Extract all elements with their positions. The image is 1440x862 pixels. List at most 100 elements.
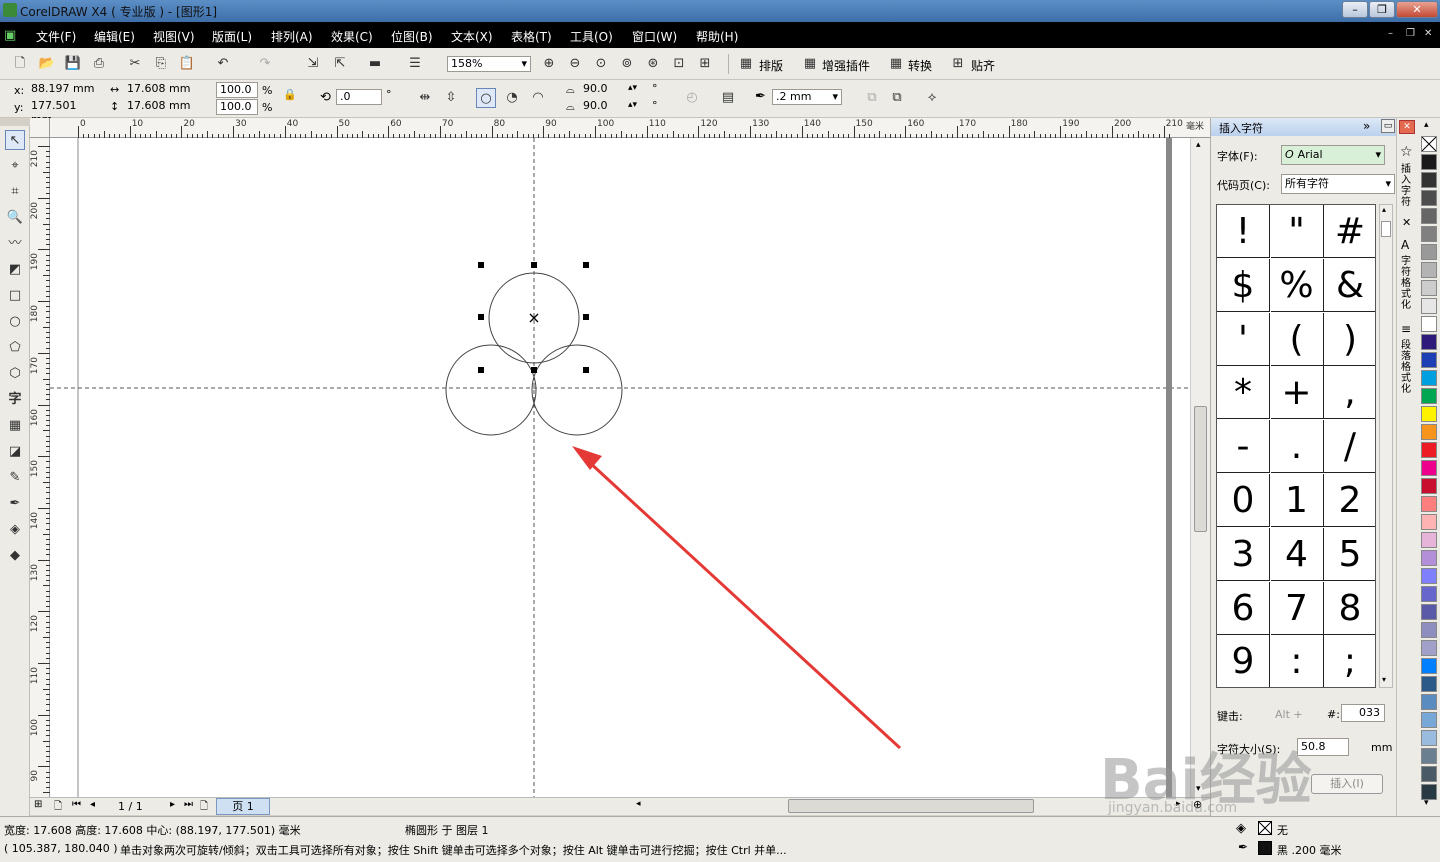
- character-cell[interactable]: $: [1217, 258, 1270, 312]
- color-swatch[interactable]: [1421, 334, 1437, 350]
- color-swatch[interactable]: [1421, 370, 1437, 386]
- save-icon[interactable]: 💾: [63, 54, 83, 74]
- color-swatch[interactable]: [1421, 658, 1437, 674]
- menu-file[interactable]: 文件(F): [36, 28, 76, 45]
- vertical-scroll-thumb[interactable]: [1194, 406, 1207, 532]
- color-swatch[interactable]: [1421, 604, 1437, 620]
- color-swatch[interactable]: [1421, 568, 1437, 584]
- toolbar-plugin-button[interactable]: 增强插件: [822, 57, 870, 74]
- outline-tool-icon[interactable]: ✒: [5, 494, 25, 514]
- scroll-up-icon[interactable]: ▴: [1382, 205, 1386, 214]
- convert-to-curves-icon[interactable]: ⟡: [922, 88, 942, 108]
- zoom-all-icon[interactable]: ⊚: [617, 54, 637, 74]
- pick-tool-icon[interactable]: ↖: [5, 130, 25, 150]
- horizontal-scroll-thumb[interactable]: [788, 799, 1034, 813]
- text-tool-icon[interactable]: 字: [5, 390, 25, 410]
- character-cell[interactable]: 8: [1324, 582, 1375, 635]
- crop-tool-icon[interactable]: ⌗: [5, 182, 25, 202]
- character-cell[interactable]: #: [1324, 205, 1375, 258]
- fill-tool-icon[interactable]: ◈: [5, 520, 25, 540]
- color-swatch[interactable]: [1421, 316, 1437, 332]
- interactive-fill-tool-icon[interactable]: ◆: [5, 546, 25, 566]
- color-swatch[interactable]: [1421, 244, 1437, 260]
- undo-icon[interactable]: ↶: [213, 54, 233, 74]
- publish-pdf-icon[interactable]: ▬: [365, 54, 385, 74]
- zoom-out-icon[interactable]: ⊖: [565, 54, 585, 74]
- freehand-tool-icon[interactable]: 〰: [5, 234, 25, 254]
- color-swatch[interactable]: [1421, 478, 1437, 494]
- zoom-selected-icon[interactable]: ⊙: [591, 54, 611, 74]
- height-field[interactable]: 17.608 mm: [124, 99, 198, 115]
- character-grid-scrollbar[interactable]: ▴ ▾: [1379, 204, 1393, 688]
- eyedropper-tool-icon[interactable]: ✎: [5, 468, 25, 488]
- to-front-icon[interactable]: ⧉: [862, 88, 882, 108]
- import-icon[interactable]: ⇲: [303, 54, 323, 74]
- character-cell[interactable]: 5: [1324, 528, 1375, 581]
- tab-paragraph-format[interactable]: 段落格式化: [1401, 340, 1413, 395]
- color-swatch[interactable]: [1421, 442, 1437, 458]
- export-icon[interactable]: ⇱: [330, 54, 350, 74]
- scale-x-field[interactable]: 100.0: [216, 82, 258, 98]
- menu-bitmaps[interactable]: 位图(B): [391, 28, 433, 45]
- right-circle[interactable]: [531, 344, 623, 436]
- character-cell[interactable]: !: [1217, 205, 1270, 258]
- cut-icon[interactable]: ✂: [125, 54, 145, 74]
- menu-text[interactable]: 文本(X): [451, 28, 493, 45]
- character-cell[interactable]: ;: [1324, 635, 1375, 687]
- minimize-button[interactable]: –: [1342, 1, 1368, 18]
- grid-corner-icon[interactable]: ⊞: [34, 799, 42, 810]
- character-cell[interactable]: 1: [1270, 474, 1324, 527]
- tab-character-format[interactable]: 字符格式化: [1401, 256, 1413, 311]
- docker-minimize-icon[interactable]: ▭: [1381, 119, 1395, 133]
- color-swatch[interactable]: [1421, 226, 1437, 242]
- color-swatch[interactable]: [1421, 550, 1437, 566]
- last-page-icon[interactable]: ⏭: [184, 799, 193, 810]
- expand-docker-icon[interactable]: »: [1363, 119, 1370, 133]
- scroll-down-icon[interactable]: ▾: [1382, 675, 1386, 684]
- zoom-select[interactable]: 158% ▾: [447, 56, 531, 72]
- direction-icon[interactable]: ◴: [682, 88, 702, 108]
- first-page-icon[interactable]: ⏮: [72, 799, 81, 810]
- lock-ratio-icon[interactable]: 🔒: [283, 88, 297, 101]
- color-swatch[interactable]: [1421, 694, 1437, 710]
- menu-tools[interactable]: 工具(O): [570, 28, 613, 45]
- scale-y-field[interactable]: 100.0: [216, 99, 258, 115]
- tab-insert-character[interactable]: 插入字符: [1401, 164, 1413, 208]
- font-select[interactable]: O Arial ▾: [1281, 145, 1385, 165]
- shape-tool-icon[interactable]: ⌖: [5, 156, 25, 176]
- character-cell[interactable]: %: [1270, 258, 1324, 312]
- arc-mode-icon[interactable]: ◠: [528, 88, 548, 108]
- toolbar-convert-button[interactable]: 转换: [908, 57, 932, 74]
- character-cell[interactable]: 2: [1324, 474, 1375, 527]
- color-swatch[interactable]: [1421, 640, 1437, 656]
- menu-edit[interactable]: 编辑(E): [94, 28, 135, 45]
- left-circle[interactable]: [445, 344, 537, 436]
- color-swatch[interactable]: [1421, 262, 1437, 278]
- color-swatch[interactable]: [1421, 532, 1437, 548]
- color-swatch[interactable]: [1421, 748, 1437, 764]
- spin-icon[interactable]: ▴▾: [628, 100, 637, 110]
- print-icon[interactable]: ⎙: [89, 54, 109, 74]
- menu-window[interactable]: 窗口(W): [632, 28, 677, 45]
- ruler-origin[interactable]: [30, 118, 50, 138]
- redo-icon[interactable]: ↷: [255, 54, 275, 74]
- open-icon[interactable]: 📂: [37, 54, 57, 74]
- zoom-height-icon[interactable]: ⊞: [695, 54, 715, 74]
- color-swatch[interactable]: [1421, 208, 1437, 224]
- menu-effects[interactable]: 效果(C): [331, 28, 373, 45]
- color-swatch[interactable]: [1421, 730, 1437, 746]
- color-swatch[interactable]: [1421, 172, 1437, 188]
- color-swatch[interactable]: [1421, 712, 1437, 728]
- character-cell[interactable]: /: [1324, 420, 1375, 474]
- x-position-field[interactable]: 88.197 mm: [28, 82, 100, 98]
- character-cell[interactable]: &: [1324, 259, 1375, 312]
- character-grid[interactable]: ! " # $% & '() * +, -./ 0 1 2 3 4 5 6 7 8 9:;: [1216, 204, 1376, 688]
- toolbar-layout-button[interactable]: 排版: [759, 57, 783, 74]
- color-swatch[interactable]: [1421, 496, 1437, 512]
- color-swatch[interactable]: [1421, 298, 1437, 314]
- color-swatch[interactable]: [1421, 388, 1437, 404]
- zoom-page-icon[interactable]: ⊛: [643, 54, 663, 74]
- ellipse-mode-icon[interactable]: ○: [476, 88, 496, 108]
- zoom-width-icon[interactable]: ⊡: [669, 54, 689, 74]
- interactive-blend-tool-icon[interactable]: ◪: [5, 442, 25, 462]
